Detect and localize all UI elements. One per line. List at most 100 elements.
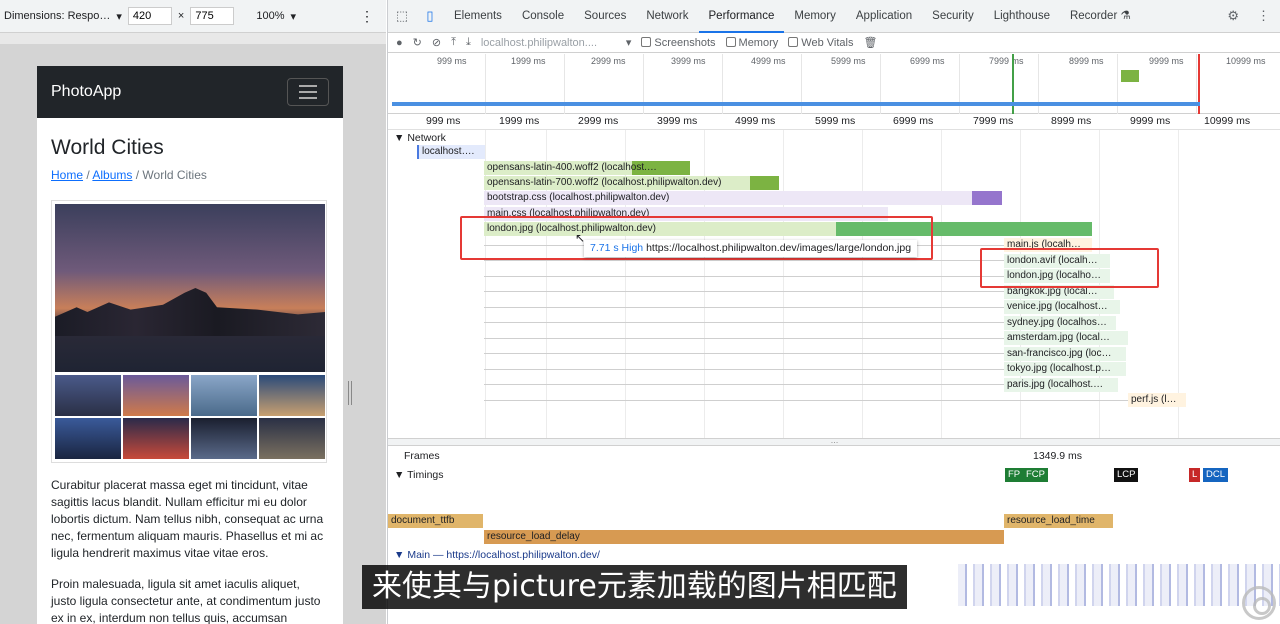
resize-handle[interactable] [348,381,352,405]
ruler-tick: 5999 ms [815,115,856,127]
thumbnail[interactable] [259,375,325,416]
web-vitals-checkbox[interactable]: Web Vitals [788,36,854,49]
overview-tick: 3999 ms [671,56,706,66]
request-label: localhost…. [422,146,475,157]
chevron-down-icon[interactable]: ▾ [290,10,296,23]
screenshots-checkbox[interactable]: Screenshots [641,36,716,49]
tab-performance[interactable]: Performance [698,0,785,33]
navbar: PhotoApp [37,66,343,118]
frames-label[interactable]: Frames [404,450,440,462]
chevron-down-icon[interactable]: ▾ [116,10,122,23]
breadcrumb-home[interactable]: Home [51,168,83,182]
profile-select[interactable]: localhost.philipwalton.... [481,37,616,49]
tab-console[interactable]: Console [512,0,574,33]
thumbnail[interactable] [55,418,121,459]
panel-splitter[interactable]: … [388,437,1280,446]
height-input[interactable] [190,7,235,25]
request-row[interactable]: tokyo.jpg (localhost.p… [1004,362,1126,376]
tooltip-priority: High [621,242,644,254]
timing-bar[interactable]: resource_load_delay [484,530,1004,544]
network-section[interactable]: ▼ Network [394,132,446,144]
breadcrumb: Home / Albums / World Cities [51,168,329,182]
zoom-dropdown[interactable]: 100% [256,10,284,22]
ruler-tick: 7999 ms [973,115,1014,127]
ruler-tick: 9999 ms [1130,115,1171,127]
thumbnail[interactable] [55,375,121,416]
thumbnail[interactable] [123,418,189,459]
more-options-icon[interactable]: ⋮ [1257,8,1270,24]
lcp-marker[interactable]: LCP [1114,468,1139,482]
timings-section[interactable]: ▼ Timings [394,469,444,481]
thumbnail[interactable] [191,375,257,416]
request-row[interactable]: paris.jpg (localhost.… [1004,378,1118,392]
reload-icon[interactable]: ↻ [413,36,422,49]
tab-elements[interactable]: Elements [444,0,512,33]
memory-checkbox[interactable]: Memory [725,36,778,49]
fp-marker[interactable]: FP [1005,468,1024,482]
screen: Dimensions: Respo… ▾ × 100% ▾ ⋮ PhotoApp… [0,0,1280,624]
request-row[interactable]: opensans-latin-400.woff2 (localhost.… [484,161,690,175]
request-label: san-francisco.jpg (loc… [1007,348,1112,359]
clear-icon[interactable]: ⊘ [432,36,441,49]
thumbnail[interactable] [259,418,325,459]
tab-recorder[interactable]: Recorder ⚗ [1060,0,1141,33]
timing-bar[interactable]: document_ttfb [388,514,483,528]
ruler-tick: 4999 ms [735,115,776,127]
load-marker[interactable]: L [1189,468,1201,482]
overview-tick: 2999 ms [591,56,626,66]
main-thread-section[interactable]: ▼ Main — https://localhost.philipwalton.… [394,549,600,561]
request-row[interactable]: perf.js (l… [1128,393,1186,407]
timeline-overview[interactable]: 999 ms 1999 ms 2999 ms 3999 ms 4999 ms 5… [388,54,1280,114]
screenshots-label: Screenshots [654,36,716,49]
breadcrumb-separator: / [86,168,90,182]
breadcrumb-current: World Cities [142,168,207,182]
request-row[interactable]: opensans-latin-700.woff2 (localhost.phil… [484,176,779,190]
record-icon[interactable]: ● [396,37,403,49]
brand-link[interactable]: PhotoApp [51,83,121,101]
overview-tick: 8999 ms [1069,56,1104,66]
request-row[interactable]: localhost…. [417,145,485,159]
dimensions-dropdown[interactable]: Dimensions: Respo… [4,10,110,22]
tooltip-time: 7.71 s [590,242,619,254]
overview-tick: 6999 ms [910,56,945,66]
breadcrumb-albums[interactable]: Albums [92,168,132,182]
request-row[interactable]: venice.jpg (localhost… [1004,300,1120,314]
tab-memory[interactable]: Memory [784,0,846,33]
tab-security[interactable]: Security [922,0,984,33]
chevron-down-icon[interactable]: ▾ [626,36,632,49]
request-row[interactable]: bootstrap.css (localhost.philipwalton.de… [484,191,1002,205]
phone-page: PhotoApp World Cities Home / Albums / Wo… [37,66,343,624]
trash-icon[interactable]: 🗑 [863,36,877,49]
request-label: opensans-latin-700.woff2 (localhost.phil… [487,177,722,188]
body-paragraph: Proin malesuada, ligula sit amet iaculis… [51,577,321,624]
request-label: paris.jpg (localhost.… [1007,379,1104,390]
tab-sources[interactable]: Sources [574,0,636,33]
request-row[interactable]: sydney.jpg (localhos… [1004,316,1116,330]
more-options-icon[interactable]: ⋮ [360,8,374,25]
gear-icon[interactable]: ⚙ [1227,8,1239,24]
request-row[interactable]: amsterdam.jpg (local… [1004,331,1128,345]
upload-icon[interactable]: ⤒ [451,36,456,49]
tab-application[interactable]: Application [846,0,922,33]
request-label: opensans-latin-400.woff2 (localhost.… [487,162,657,173]
main-thread-flame[interactable] [958,564,1280,606]
photo-gallery [51,200,327,463]
inspect-icon[interactable]: ⬚ [388,8,416,24]
timing-bar[interactable]: resource_load_time [1004,514,1113,528]
download-icon[interactable]: ⤓ [466,36,471,49]
fcp-marker[interactable]: FCP [1023,468,1048,482]
menu-toggle-icon[interactable] [287,78,329,106]
thumbnail[interactable] [123,375,189,416]
request-row[interactable]: san-francisco.jpg (loc… [1004,347,1126,361]
tab-lighthouse[interactable]: Lighthouse [984,0,1060,33]
dcl-marker[interactable]: DCL [1203,468,1229,482]
tooltip-url: https://localhost.philipwalton.dev/image… [646,242,912,254]
ruler-tick: 8999 ms [1051,115,1092,127]
web-vitals-label: Web Vitals [801,36,854,49]
hero-image[interactable] [55,204,325,372]
tab-network[interactable]: Network [636,0,698,33]
thumbnail[interactable] [191,418,257,459]
performance-toolbar: ● ↻ ⊘ ⤒ ⤓ localhost.philipwalton.... ▾ S… [388,33,1280,53]
width-input[interactable] [127,7,172,25]
device-toggle-icon[interactable]: ▯ [416,8,444,24]
